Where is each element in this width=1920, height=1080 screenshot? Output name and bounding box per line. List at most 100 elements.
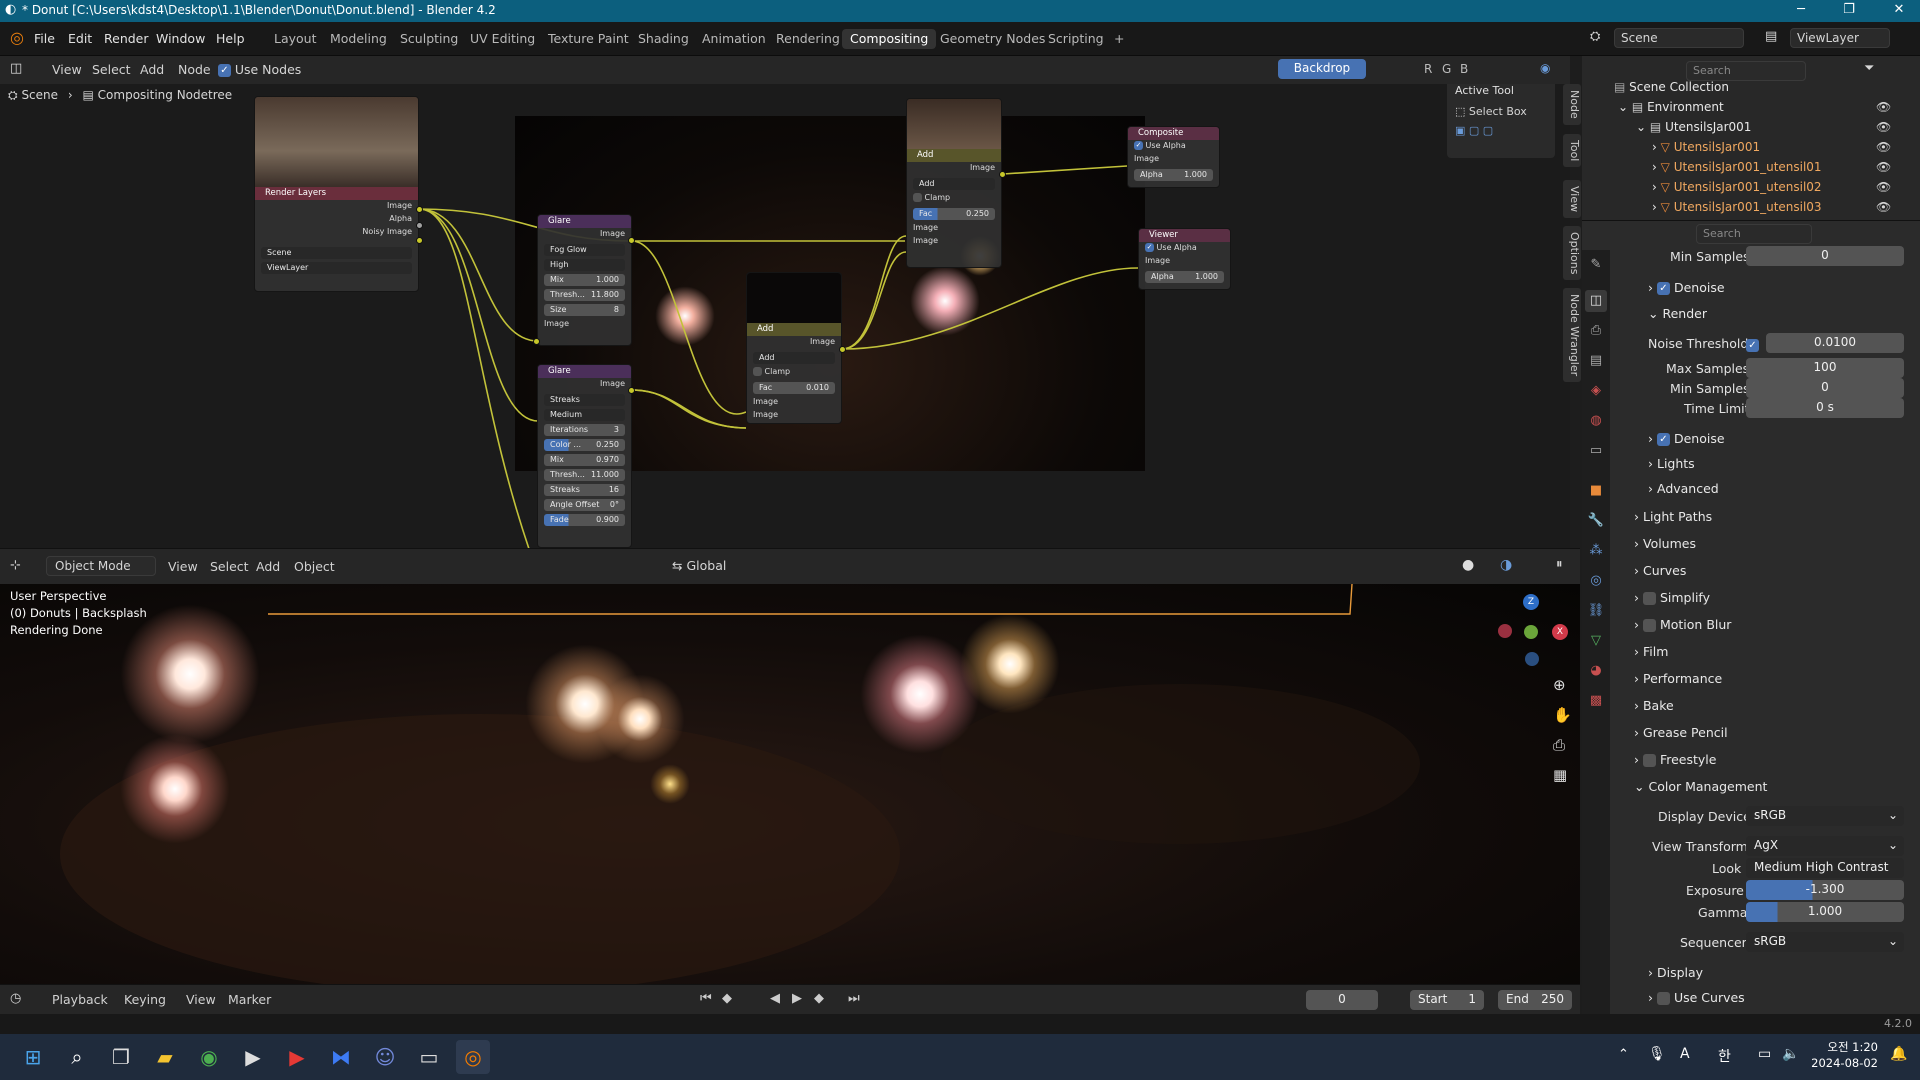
visibility-eye-icon[interactable]: 👁 bbox=[1876, 200, 1891, 214]
jump-start-icon[interactable]: ⏮ bbox=[700, 991, 712, 1006]
search-icon[interactable]: ⌕ bbox=[60, 1040, 94, 1074]
tab-uv-editing[interactable]: UV Editing bbox=[462, 29, 543, 49]
pause-icon[interactable]: ⏸ bbox=[1556, 557, 1563, 572]
zoom-icon[interactable]: ⊕ bbox=[1553, 676, 1566, 694]
gamma-field[interactable]: 1.000 bbox=[1746, 902, 1904, 922]
panel-bake[interactable]: › Bake bbox=[1634, 698, 1674, 713]
panel-volumes[interactable]: › Volumes bbox=[1634, 536, 1696, 551]
alpha-field[interactable]: Alpha 1.000 bbox=[1134, 169, 1213, 181]
outliner-row[interactable]: ▤ Scene Collection bbox=[1614, 80, 1729, 100]
tray-chevron-icon[interactable]: ⌃ bbox=[1618, 1047, 1629, 1062]
editor-type-icon[interactable]: ⊹ bbox=[10, 558, 21, 573]
panel-film[interactable]: › Film bbox=[1634, 644, 1668, 659]
use-alpha-checkbox[interactable]: ✓ Use Alpha bbox=[1134, 141, 1213, 153]
outliner-row[interactable]: › ▽ UtensilsJar001_utensil03 bbox=[1652, 200, 1822, 220]
terminal-icon[interactable]: ▭ bbox=[412, 1040, 446, 1074]
tab-animation[interactable]: Animation bbox=[694, 29, 774, 49]
constraints-tab-icon[interactable]: ⛓ bbox=[1585, 600, 1607, 622]
panel-freestyle[interactable]: › Freestyle bbox=[1634, 752, 1716, 767]
panel-curves[interactable]: › Curves bbox=[1634, 563, 1686, 578]
mix-field[interactable]: Mix 1.000 bbox=[544, 274, 625, 286]
time-limit-field[interactable]: 0 s bbox=[1746, 398, 1904, 418]
overlay-icon[interactable]: ◉ bbox=[1540, 61, 1550, 75]
side-tab-node[interactable]: Node bbox=[1563, 84, 1581, 125]
clock-icon[interactable]: ◷ bbox=[10, 991, 21, 1006]
outliner-row[interactable]: › ▽ UtensilsJar001 bbox=[1652, 140, 1760, 160]
scene-selector[interactable]: Scene bbox=[1614, 28, 1744, 48]
node-render-layers[interactable]: Render Layers Image Alpha Noisy Image Sc… bbox=[254, 96, 419, 292]
timeline-menu-view[interactable]: View bbox=[186, 992, 216, 1007]
collection-tab-icon[interactable]: ▭ bbox=[1585, 440, 1607, 462]
view-layer-icon[interactable]: ▤ bbox=[1765, 29, 1777, 44]
mix-field[interactable]: Mix 0.970 bbox=[544, 454, 625, 466]
side-tab-options[interactable]: Options bbox=[1563, 226, 1581, 281]
panel-grease-pencil[interactable]: › Grease Pencil bbox=[1634, 725, 1728, 740]
node-mix-add-lower[interactable]: Add Image Add Clamp Fac 0.010 Image Image bbox=[746, 272, 842, 424]
node-glare-streaks[interactable]: Glare Image Streaks Medium Iterations 3 C… bbox=[537, 364, 632, 548]
visibility-eye-icon[interactable]: 👁 bbox=[1876, 140, 1891, 154]
network-icon[interactable]: ▭ bbox=[1758, 1046, 1771, 1062]
navigation-gizmo[interactable]: Z X bbox=[1494, 594, 1570, 670]
output-socket[interactable] bbox=[416, 237, 423, 244]
iterations-field[interactable]: Iterations 3 bbox=[544, 424, 625, 436]
lights-subpanel[interactable]: › Lights bbox=[1648, 456, 1695, 471]
panel-color-management[interactable]: ⌄ Color Management bbox=[1634, 779, 1767, 794]
angle-offset-field[interactable]: Angle Offset 0° bbox=[544, 499, 625, 511]
quality-select[interactable]: High bbox=[544, 259, 625, 271]
visibility-eye-icon[interactable]: 👁 bbox=[1876, 100, 1891, 114]
glare-type-select[interactable]: Fog Glow bbox=[544, 244, 625, 256]
noise-threshold-checkbox[interactable]: ✓ bbox=[1746, 339, 1759, 352]
outliner-row[interactable]: ⌄ ▤ Environment bbox=[1618, 100, 1724, 120]
shading-solid-icon[interactable]: ● bbox=[1462, 557, 1474, 573]
output-socket[interactable] bbox=[416, 222, 423, 229]
panel-motion-blur[interactable]: › Motion Blur bbox=[1634, 617, 1731, 632]
menu-window[interactable]: Window bbox=[156, 31, 205, 46]
clock[interactable]: 오전 1:20 2024-08-02 bbox=[1810, 1039, 1878, 1071]
quality-select[interactable]: Medium bbox=[544, 409, 625, 421]
node-menu-add[interactable]: Add bbox=[140, 62, 164, 77]
layer-field[interactable]: ViewLayer bbox=[261, 262, 412, 274]
tab-scripting[interactable]: Scripting bbox=[1040, 29, 1112, 49]
volume-icon[interactable]: 🔈 bbox=[1782, 1046, 1799, 1062]
channel-b-button[interactable]: B bbox=[1460, 62, 1468, 76]
jump-end-icon[interactable]: ⏭ bbox=[848, 991, 860, 1006]
panel-simplify[interactable]: › Simplify bbox=[1634, 590, 1710, 605]
blender-menu-icon[interactable]: ◎ bbox=[10, 28, 24, 47]
alpha-field[interactable]: Alpha 1.000 bbox=[1145, 271, 1224, 283]
outliner-row[interactable]: › ▽ UtensilsJar001_utensil02 bbox=[1652, 180, 1822, 200]
editor-type-icon[interactable]: ◫ bbox=[10, 61, 22, 76]
fac-field[interactable]: Fac 0.250 bbox=[913, 208, 995, 220]
scene-icon[interactable]: ⛭ bbox=[1590, 29, 1600, 44]
noise-threshold-field[interactable]: 0.0100 bbox=[1766, 333, 1904, 353]
gizmo-neg-z-axis[interactable] bbox=[1525, 652, 1539, 666]
current-frame-field[interactable]: 0 bbox=[1306, 990, 1378, 1010]
world-tab-icon[interactable]: ◍ bbox=[1585, 410, 1607, 432]
next-keyframe-icon[interactable]: ◆ bbox=[814, 991, 824, 1006]
vp-menu-view[interactable]: View bbox=[168, 559, 198, 574]
start-menu-icon[interactable]: ⊞ bbox=[16, 1040, 50, 1074]
prev-keyframe-icon[interactable]: ◆ bbox=[722, 991, 732, 1006]
menu-help[interactable]: Help bbox=[216, 31, 245, 46]
fac-field[interactable]: Fac 0.010 bbox=[753, 382, 835, 394]
visibility-eye-icon[interactable]: 👁 bbox=[1876, 180, 1891, 194]
tab-sculpting[interactable]: Sculpting bbox=[392, 29, 466, 49]
maximize-button[interactable]: ❐ bbox=[1834, 2, 1864, 17]
timeline-menu-keying[interactable]: Keying bbox=[124, 992, 166, 1007]
backdrop-toggle[interactable]: Backdrop bbox=[1278, 59, 1366, 79]
gizmo-neg-x-axis[interactable] bbox=[1498, 624, 1512, 638]
vp-menu-add[interactable]: Add bbox=[256, 559, 280, 574]
modifier-tab-icon[interactable]: 🔧 bbox=[1585, 510, 1607, 532]
discord-icon[interactable]: ☺ bbox=[368, 1040, 402, 1074]
display-subpanel[interactable]: › Display bbox=[1648, 965, 1703, 980]
use-alpha-checkbox[interactable]: ✓ Use Alpha bbox=[1145, 243, 1224, 255]
clamp-checkbox[interactable]: Clamp bbox=[913, 193, 995, 205]
node-glare-fog[interactable]: Glare Image Fog Glow High Mix 1.000 Thres… bbox=[537, 214, 632, 346]
output-socket[interactable] bbox=[416, 206, 423, 213]
vp-menu-select[interactable]: Select bbox=[210, 559, 249, 574]
panel-performance[interactable]: › Performance bbox=[1634, 671, 1722, 686]
grid-icon[interactable]: ▦ bbox=[1553, 766, 1567, 784]
side-tab-view[interactable]: View bbox=[1563, 180, 1581, 219]
tab-compositing[interactable]: Compositing bbox=[842, 29, 937, 49]
streaks-field[interactable]: Streaks 16 bbox=[544, 484, 625, 496]
reverse-play-icon[interactable]: ◀ bbox=[770, 991, 780, 1006]
